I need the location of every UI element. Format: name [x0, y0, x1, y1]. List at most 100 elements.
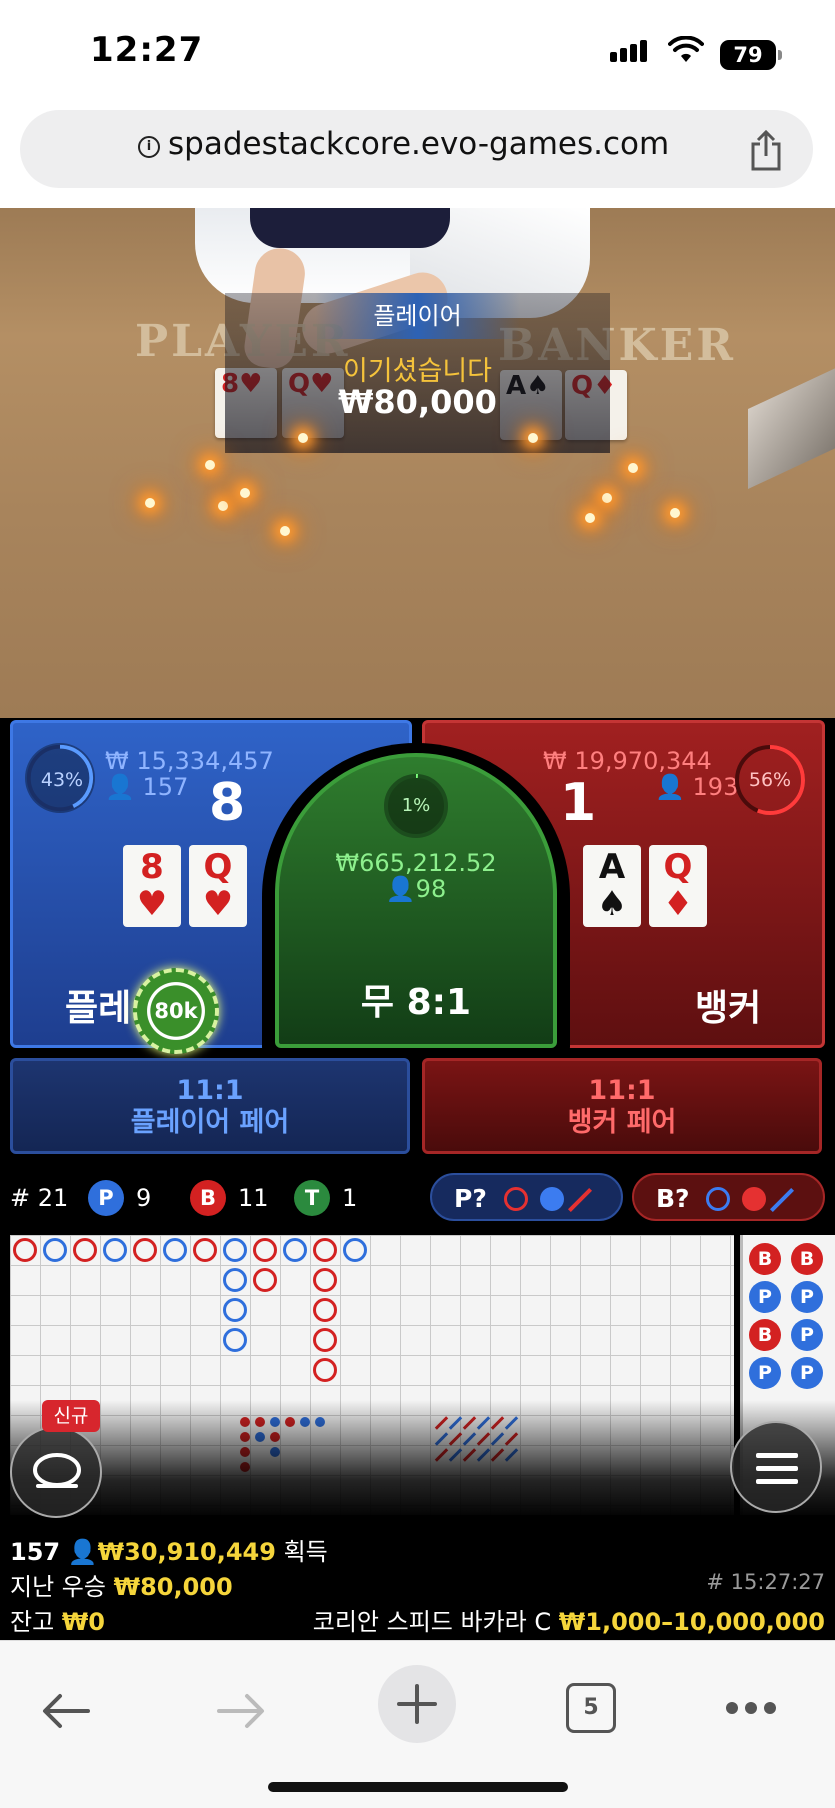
banker-prediction-button[interactable]: B? — [632, 1173, 825, 1221]
bead-road-mark: B — [749, 1243, 781, 1275]
won-label: 획득 — [283, 1538, 328, 1566]
sparkle — [145, 498, 155, 508]
bead-road-mark: P — [749, 1281, 781, 1313]
menu-button[interactable] — [730, 1421, 822, 1513]
sparkle — [205, 460, 215, 470]
bead-road-mark: P — [791, 1319, 823, 1351]
sparkle — [218, 501, 228, 511]
bead-road-mark: B — [749, 1319, 781, 1351]
sparkle — [670, 508, 680, 518]
small-road-blue-icon — [540, 1187, 564, 1211]
last-win-label: 지난 우승 — [10, 1573, 106, 1601]
online-winnings-line: 157 👤₩30,910,449 획득 — [10, 1532, 328, 1567]
player-card-1: 8 ♥ — [123, 845, 181, 927]
player-percent: 43% — [40, 769, 84, 791]
road-mark — [13, 1238, 37, 1262]
road-mark — [253, 1238, 277, 1262]
address-bar[interactable]: i spadestackcore.evo-games.com — [20, 110, 813, 188]
plus-icon — [397, 1684, 437, 1724]
more-options-icon[interactable] — [725, 1701, 777, 1715]
status-time: 12:27 — [90, 30, 204, 70]
sparkle — [298, 433, 308, 443]
home-indicator — [268, 1782, 568, 1792]
banker-bet-label: 뱅커 — [695, 988, 762, 1029]
tie-bet-label: 무 8:1 — [360, 982, 472, 1023]
bead-road-mark: P — [749, 1357, 781, 1389]
big-eye-blue-icon — [706, 1187, 730, 1211]
person-icon: 👤 — [655, 773, 685, 801]
card-shoe — [748, 367, 835, 489]
tie-bettor-count-value: 98 — [415, 875, 447, 903]
cockroach-blue-icon — [769, 1187, 795, 1213]
player-wins-badge: P — [88, 1180, 124, 1216]
road-mark — [103, 1238, 127, 1262]
status-bar: 12:27 79 — [0, 0, 835, 108]
last-win-amount: ₩80,000 — [113, 1573, 233, 1601]
placed-chip: 80k — [133, 968, 219, 1054]
person-icon: 👤 — [105, 773, 135, 801]
tie-bet-spot[interactable]: 1% ₩665,212.52 👤98 무 8:1 — [275, 753, 557, 1048]
road-mark — [43, 1238, 67, 1262]
game-id: # 15:27:27 — [706, 1570, 825, 1594]
banker-percent: 56% — [748, 769, 792, 791]
sparkle — [628, 463, 638, 473]
player-prediction-label: P? — [454, 1184, 487, 1213]
new-tab-button[interactable] — [378, 1665, 456, 1743]
chat-bubble-icon — [33, 1453, 81, 1488]
banker-pair-odds: 11:1 — [588, 1075, 656, 1106]
url-text[interactable]: spadestackcore.evo-games.com — [168, 126, 669, 162]
hamburger-menu-icon — [756, 1453, 798, 1484]
table-name: 코리안 스피드 바카라 C — [312, 1608, 552, 1636]
player-pair-bet-button[interactable]: 11:1 플레이어 페어 — [10, 1058, 410, 1154]
banker-total-bets: ₩ 19,970,344 — [543, 747, 712, 775]
road-mark — [313, 1358, 337, 1382]
win-banner: 플레이어 이기셨습니다 ₩80,000 — [225, 293, 610, 453]
round-number: # 21 — [10, 1184, 69, 1212]
site-info-icon[interactable]: i — [138, 136, 160, 158]
banker-pair-bet-button[interactable]: 11:1 뱅커 페어 — [422, 1058, 822, 1154]
back-arrow-icon[interactable] — [40, 1691, 92, 1731]
tie-bettor-count: 👤98 — [279, 875, 553, 903]
road-mark — [223, 1238, 247, 1262]
banker-card-1: A ♠ — [583, 845, 641, 927]
bead-road-mark: B — [791, 1243, 823, 1275]
player-prediction-button[interactable]: P? — [430, 1173, 623, 1221]
tabs-button[interactable]: 5 — [566, 1683, 616, 1733]
small-road-red-icon — [742, 1187, 766, 1211]
balance-label: 잔고 — [10, 1608, 55, 1636]
forward-arrow-icon[interactable] — [215, 1691, 267, 1731]
player-pair-label: 플레이어 페어 — [130, 1107, 290, 1138]
win-amount: ₩80,000 — [338, 383, 497, 421]
road-mark — [253, 1268, 277, 1292]
table-info-line: 코리안 스피드 바카라 C ₩1,000–10,000,000 — [313, 1602, 825, 1637]
big-eye-red-icon — [504, 1187, 528, 1211]
road-mark — [163, 1238, 187, 1262]
new-badge: 신규 — [42, 1400, 100, 1432]
browser-address-area: i spadestackcore.evo-games.com — [0, 108, 835, 208]
sparkle — [280, 526, 290, 536]
banker-pair-label: 뱅커 페어 — [567, 1107, 677, 1138]
sparkle — [240, 488, 250, 498]
sparkle — [585, 513, 595, 523]
banker-bettor-count-value: 193 — [692, 773, 739, 801]
player-bettor-count: 👤 157 — [105, 773, 188, 801]
banker-card-2: Q ♦ — [649, 845, 707, 927]
road-mark — [223, 1268, 247, 1292]
banker-wins-badge: B — [190, 1180, 226, 1216]
road-mark — [343, 1238, 367, 1262]
share-icon[interactable] — [748, 130, 784, 172]
last-win-line: 지난 우승 ₩80,000 — [10, 1567, 233, 1602]
road-mark — [133, 1238, 157, 1262]
banker-score: 1 — [560, 773, 597, 833]
road-mark — [223, 1298, 247, 1322]
balance-amount: ₩0 — [61, 1608, 105, 1636]
betting-area: 43% ₩ 15,334,457 👤 157 8 8 ♥ Q ♥ 플레이어 80k … — [0, 718, 835, 1154]
player-bettor-count-value: 157 — [142, 773, 189, 801]
dealer-vest — [250, 208, 450, 248]
player-total-bets: ₩ 15,334,457 — [105, 747, 274, 775]
banker-bettor-count: 👤 193 — [655, 773, 738, 801]
road-mark — [313, 1238, 337, 1262]
wifi-icon — [668, 36, 704, 62]
tie-wins-count: 1 — [342, 1184, 358, 1212]
chat-button[interactable] — [10, 1426, 102, 1518]
